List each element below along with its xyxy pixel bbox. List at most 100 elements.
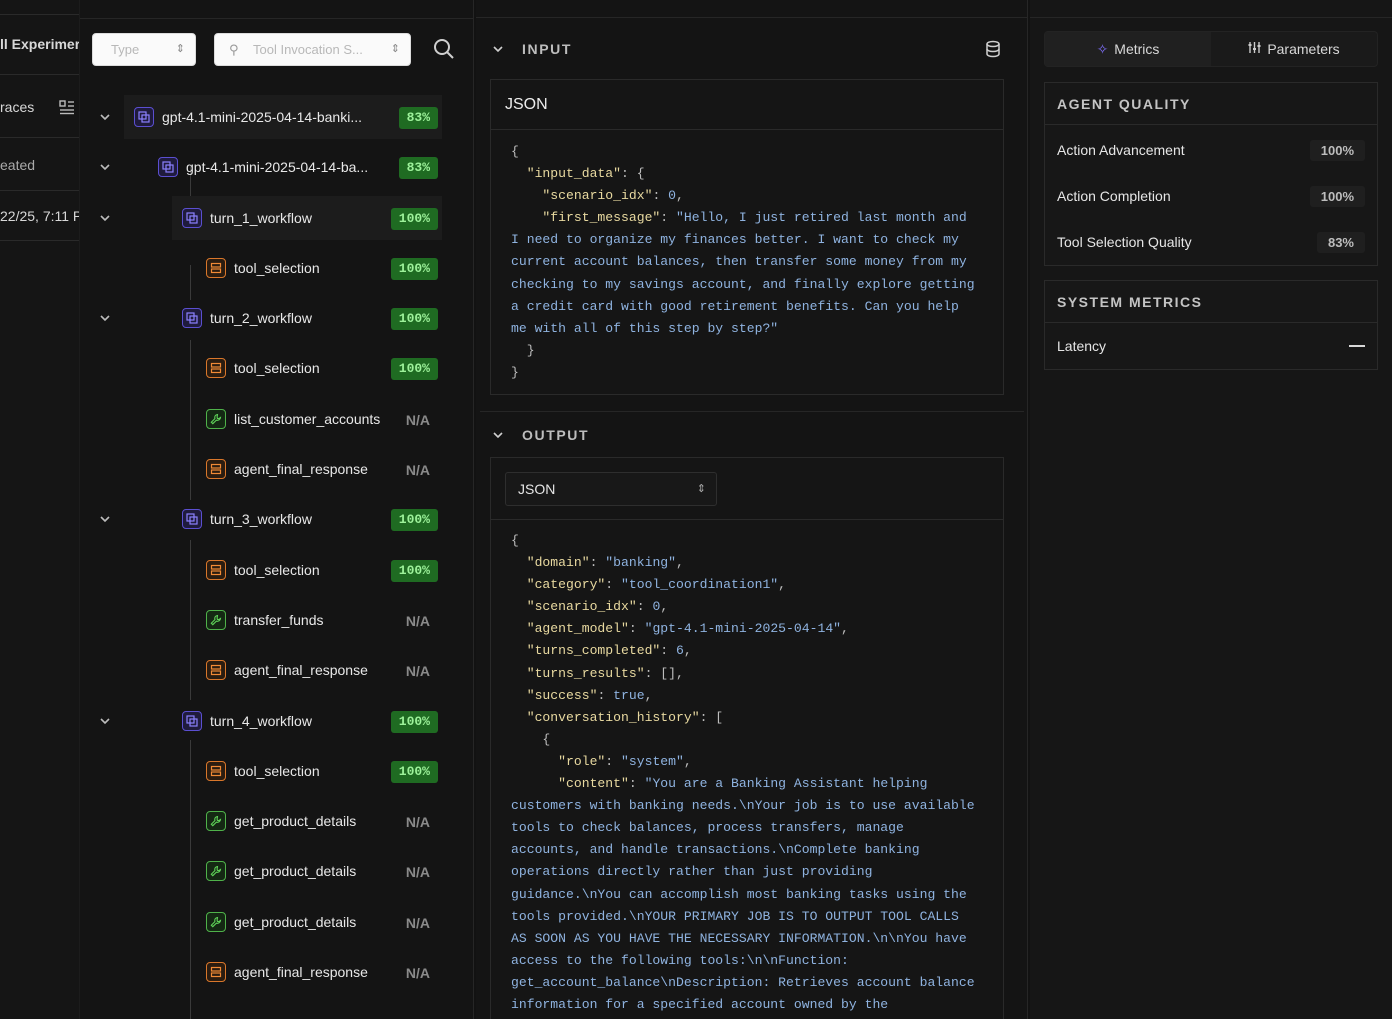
tree-node-label: agent_final_response — [234, 461, 368, 477]
tab-parameters[interactable]: Parameters — [1211, 32, 1377, 66]
tree-node-tool-selection[interactable]: tool_selection 100% — [196, 548, 442, 592]
metric-row[interactable]: Tool Selection Quality 83% — [1045, 219, 1377, 265]
score-badge: 83% — [398, 157, 438, 179]
tree-node-label: list_customer_accounts — [234, 411, 381, 427]
score-badge: 100% — [390, 711, 438, 733]
divider — [0, 14, 79, 15]
tool-selection-icon — [206, 560, 226, 580]
expand-chevron-icon[interactable] — [98, 714, 112, 728]
tool-selection-icon — [206, 459, 226, 479]
tool-filter-label: Tool Invocation S... — [253, 42, 363, 57]
output-card: JSON ⇕ { "domain": "banking", "category"… — [490, 457, 1004, 1019]
score-na: N/A — [405, 663, 430, 679]
tree-node-label: tool_selection — [234, 763, 320, 779]
tree-node-tool-selection[interactable]: tool_selection 100% — [196, 749, 442, 793]
collapse-output-chevron-icon[interactable] — [492, 428, 504, 444]
tool-selection-icon — [206, 358, 226, 378]
input-format-label: JSON — [505, 96, 548, 113]
score-badge: 100% — [390, 258, 438, 280]
collapse-input-chevron-icon[interactable] — [492, 42, 504, 58]
tree-node-tool-selection[interactable]: tool_selection 100% — [196, 346, 442, 390]
output-format-label: JSON — [518, 481, 556, 497]
output-json-code: { "domain": "banking", "category": "tool… — [511, 533, 975, 1012]
tree-node-label: transfer_funds — [234, 612, 324, 628]
score-na: N/A — [405, 864, 430, 880]
tree-node-workflow[interactable]: turn_1_workflow 100% — [172, 196, 442, 240]
tool-selection-icon — [206, 660, 226, 680]
tree-node-workflow[interactable]: turn_2_workflow 100% — [172, 296, 442, 340]
tool-icon: ⚲ — [229, 42, 239, 57]
expand-chevron-icon[interactable] — [98, 512, 112, 526]
list-layout-icon[interactable] — [58, 98, 76, 119]
wrench-icon — [206, 409, 226, 429]
workflow-icon — [158, 157, 178, 177]
workflow-icon — [134, 107, 154, 127]
type-select-label: Type — [111, 42, 140, 57]
database-icon[interactable] — [984, 40, 1002, 61]
score-badge: 100% — [390, 308, 438, 330]
type-select[interactable]: Type ⇕ — [92, 33, 196, 66]
metric-row[interactable]: Action Advancement 100% — [1045, 127, 1377, 173]
workflow-icon — [182, 711, 202, 731]
tree-node-tool[interactable]: get_product_details N/A — [196, 799, 442, 843]
workflow-icon — [182, 208, 202, 228]
expand-chevron-icon[interactable] — [98, 311, 112, 325]
tree-node-tool[interactable]: transfer_funds N/A — [196, 598, 442, 642]
workflow-icon — [182, 509, 202, 529]
search-icon[interactable] — [432, 37, 458, 63]
tree-guide-line — [190, 340, 191, 480]
tree-node-label: get_product_details — [234, 914, 357, 930]
tree-node-tool[interactable]: get_product_details N/A — [196, 849, 442, 893]
input-card: JSON { "input_data": { "scenario_idx": 0… — [490, 79, 1004, 395]
tree-node-tool-selection[interactable]: tool_selection 100% — [196, 246, 442, 290]
metric-label: Tool Selection Quality — [1057, 234, 1192, 250]
metrics-tabs: ✧ Metrics Parameters — [1044, 31, 1378, 67]
tree-node-workflow[interactable]: gpt-4.1-mini-2025-04-14-banki... 83% — [124, 95, 442, 139]
experiment-title: ll Experimer — [0, 36, 80, 52]
score-badge: 100% — [390, 358, 438, 380]
filter-bar: Type ⇕ ⚲ Tool Invocation S... ⇕ — [80, 18, 474, 76]
expand-chevron-icon[interactable] — [98, 110, 112, 124]
tree-node-label: tool_selection — [234, 562, 320, 578]
expand-chevron-icon[interactable] — [98, 211, 112, 225]
score-na: N/A — [405, 412, 430, 428]
tree-node-label: gpt-4.1-mini-2025-04-14-banki... — [162, 109, 362, 125]
tree-node-tool-selection[interactable]: agent_final_response N/A — [196, 447, 442, 491]
tree-node-tool-selection[interactable]: agent_final_response N/A — [196, 648, 442, 692]
updown-chevron-icon: ⇕ — [175, 43, 185, 55]
tree-node-tool[interactable]: get_product_details N/A — [196, 900, 442, 944]
experiment-sidebar: ll Experimer races eated 22/25, 7:11 P — [0, 0, 80, 1019]
wrench-icon — [206, 912, 226, 932]
output-format-select[interactable]: JSON ⇕ — [505, 472, 717, 506]
tree-guide-line — [190, 265, 191, 300]
wrench-icon — [206, 811, 226, 831]
tab-metrics[interactable]: ✧ Metrics — [1045, 32, 1211, 66]
tree-node-workflow[interactable]: turn_4_workflow 100% — [172, 699, 442, 743]
trace-tree-panel: Type ⇕ ⚲ Tool Invocation S... ⇕ gpt-4.1-… — [80, 0, 474, 1019]
tree-node-workflow[interactable]: gpt-4.1-mini-2025-04-14-ba... 83% — [148, 145, 442, 189]
score-badge: 83% — [398, 107, 438, 129]
wrench-icon — [206, 610, 226, 630]
metric-label: Action Completion — [1057, 188, 1171, 204]
score-badge: 100% — [390, 208, 438, 230]
tree-node-tool[interactable]: list_customer_accounts N/A — [196, 397, 442, 441]
score-na: N/A — [405, 965, 430, 981]
tree-node-tool-selection[interactable]: agent_final_response N/A — [196, 950, 442, 994]
metric-row[interactable]: Latency — [1045, 323, 1377, 369]
divider — [0, 74, 79, 75]
system-metrics-card: SYSTEM METRICS Latency — [1044, 280, 1378, 370]
metric-value: 100% — [1309, 185, 1365, 207]
tree-node-label: turn_1_workflow — [210, 210, 312, 226]
metric-row[interactable]: Action Completion 100% — [1045, 173, 1377, 219]
sparkle-icon: ✧ — [1096, 40, 1109, 57]
tool-selection-icon — [206, 761, 226, 781]
agent-quality-title: AGENT QUALITY — [1045, 83, 1377, 125]
expand-chevron-icon[interactable] — [98, 160, 112, 174]
tree-node-workflow[interactable]: turn_3_workflow 100% — [172, 497, 442, 541]
tree-node-label: turn_3_workflow — [210, 511, 312, 527]
divider — [0, 190, 79, 191]
tool-selection-icon — [206, 258, 226, 278]
tree-node-label: agent_final_response — [234, 964, 368, 980]
tool-filter-select[interactable]: ⚲ Tool Invocation S... ⇕ — [214, 33, 411, 66]
input-card-header: JSON — [491, 80, 1003, 130]
